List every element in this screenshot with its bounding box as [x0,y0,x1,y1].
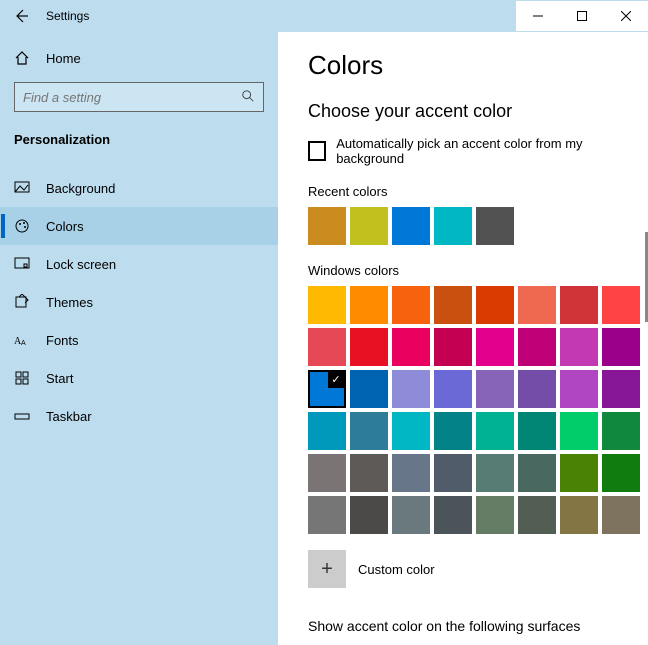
nav-label: Themes [46,295,93,310]
windows-color-swatch[interactable] [434,496,472,534]
windows-color-swatch[interactable] [392,370,430,408]
windows-color-swatch[interactable] [560,370,598,408]
nav-icon [14,180,30,196]
nav-icon [14,256,30,272]
nav-icon [14,218,30,234]
windows-color-swatch[interactable] [602,496,640,534]
search-icon [241,89,255,106]
recent-colors-label: Recent colors [308,184,618,199]
main-panel: Colors Choose your accent color Automati… [278,32,648,645]
windows-colors-label: Windows colors [308,263,618,278]
minimize-button[interactable] [516,1,560,31]
back-button[interactable] [0,1,42,31]
nav-item-background[interactable]: Background [0,169,278,207]
windows-color-swatch[interactable] [476,286,514,324]
windows-color-swatch[interactable] [308,412,346,450]
windows-color-swatch[interactable] [392,412,430,450]
windows-color-swatch[interactable] [308,496,346,534]
nav-label: Background [46,181,115,196]
windows-color-swatch[interactable] [392,286,430,324]
windows-color-swatch[interactable] [476,454,514,492]
windows-color-swatch[interactable] [518,370,556,408]
windows-color-swatch[interactable] [434,328,472,366]
windows-color-swatch[interactable] [350,412,388,450]
windows-color-swatch[interactable] [434,370,472,408]
recent-color-swatch[interactable] [434,207,472,245]
windows-color-swatch[interactable] [476,370,514,408]
recent-color-swatch[interactable] [350,207,388,245]
windows-color-swatch[interactable] [560,496,598,534]
window-title: Settings [42,9,89,23]
windows-color-swatch[interactable] [560,328,598,366]
nav-icon [14,294,30,310]
recent-color-swatch[interactable] [392,207,430,245]
windows-color-swatch[interactable] [308,370,346,408]
windows-color-swatch[interactable] [518,328,556,366]
windows-color-swatch[interactable] [602,412,640,450]
windows-color-swatch[interactable] [518,412,556,450]
surfaces-heading: Show accent color on the following surfa… [308,618,618,634]
windows-color-swatch[interactable] [350,370,388,408]
svg-text:A: A [21,340,26,347]
windows-color-swatch[interactable] [476,328,514,366]
nav-icon [14,370,30,386]
home-label: Home [46,51,81,66]
nav-item-start[interactable]: Start [0,359,278,397]
windows-color-swatch[interactable] [350,454,388,492]
windows-color-swatch[interactable] [434,286,472,324]
windows-color-swatch[interactable] [308,454,346,492]
nav-item-lock-screen[interactable]: Lock screen [0,245,278,283]
search-input[interactable] [23,90,241,105]
windows-color-swatch[interactable] [392,328,430,366]
windows-color-swatch[interactable] [560,454,598,492]
windows-color-swatch[interactable] [518,286,556,324]
nav-item-colors[interactable]: Colors [0,207,278,245]
windows-color-swatch[interactable] [476,412,514,450]
home-nav[interactable]: Home [0,40,278,76]
windows-color-swatch[interactable] [560,412,598,450]
checkbox-box [308,141,326,161]
nav-label: Fonts [46,333,79,348]
home-icon [14,50,30,66]
nav-icon [14,408,30,424]
windows-color-swatch[interactable] [602,328,640,366]
windows-color-swatch[interactable] [392,496,430,534]
close-button[interactable] [604,1,648,31]
category-heading: Personalization [0,124,278,161]
windows-color-swatch[interactable] [434,454,472,492]
windows-color-swatch[interactable] [602,454,640,492]
recent-color-swatch[interactable] [476,207,514,245]
windows-color-swatch[interactable] [350,286,388,324]
nav-item-themes[interactable]: Themes [0,283,278,321]
nav-icon: AA [14,332,30,348]
auto-pick-label: Automatically pick an accent color from … [336,136,618,166]
nav-label: Taskbar [46,409,92,424]
windows-color-swatch[interactable] [602,286,640,324]
page-title: Colors [308,50,618,81]
windows-color-swatch[interactable] [434,412,472,450]
sidebar: Home Personalization Background Colors Loc… [0,32,278,645]
windows-color-swatch[interactable] [350,496,388,534]
nav-label: Start [46,371,73,386]
windows-color-swatch[interactable] [308,286,346,324]
accent-heading: Choose your accent color [308,101,618,122]
windows-color-swatch[interactable] [350,328,388,366]
recent-color-swatch[interactable] [308,207,346,245]
windows-color-swatch[interactable] [476,496,514,534]
nav-item-taskbar[interactable]: Taskbar [0,397,278,435]
nav-item-fonts[interactable]: AA Fonts [0,321,278,359]
nav-label: Lock screen [46,257,116,272]
nav-label: Colors [46,219,84,234]
custom-color-button[interactable]: + [308,550,346,588]
windows-color-swatch[interactable] [392,454,430,492]
custom-color-label: Custom color [358,562,435,577]
auto-pick-checkbox[interactable]: Automatically pick an accent color from … [308,136,618,166]
windows-color-swatch[interactable] [518,454,556,492]
windows-color-swatch[interactable] [308,328,346,366]
search-field[interactable] [14,82,264,112]
windows-color-swatch[interactable] [560,286,598,324]
windows-color-swatch[interactable] [602,370,640,408]
windows-color-swatch[interactable] [518,496,556,534]
maximize-button[interactable] [560,1,604,31]
